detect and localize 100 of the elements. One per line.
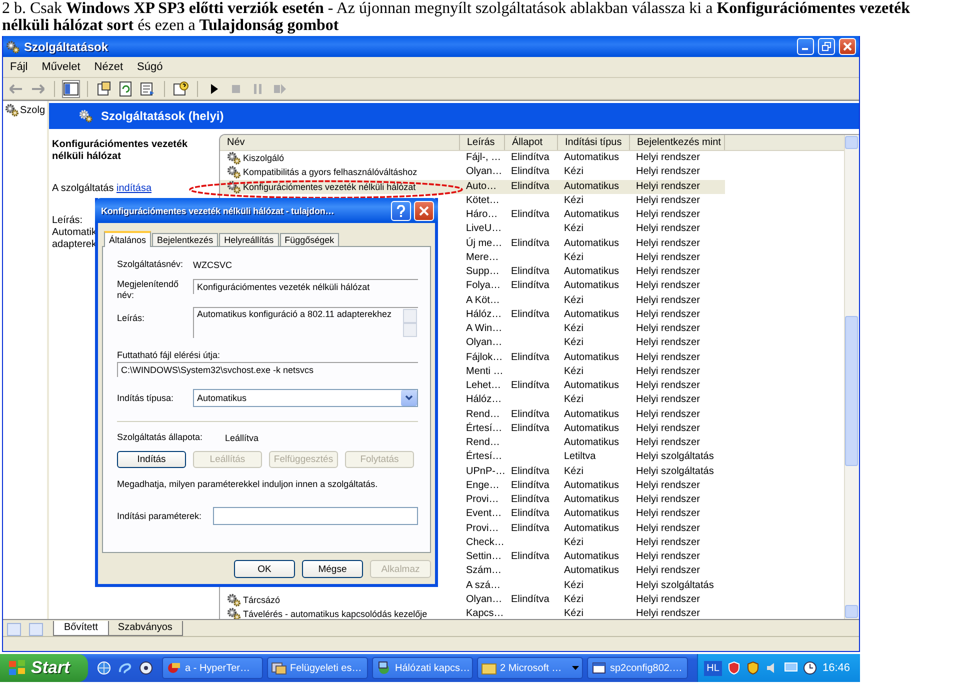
table-cell-text: Automatikus: [563, 507, 620, 522]
table-cell-text: Helyi rendszer: [635, 194, 701, 208]
field-label: Szolgáltatásnév:: [117, 259, 184, 270]
service-button[interactable]: Indítás: [117, 451, 186, 468]
taskbar-button[interactable]: Hálózati kapcs…: [372, 657, 473, 679]
start-link[interactable]: indítása: [116, 183, 152, 194]
table-cell-text: Kézi: [563, 578, 584, 592]
table-cell-text: Automatikus: [563, 308, 620, 322]
dropdown-arrow-icon: [572, 666, 579, 670]
table-cell-text: Helyi rendszer: [635, 222, 701, 236]
menu-item[interactable]: Súgó: [137, 61, 163, 73]
table-cell-text: Elindítva: [510, 350, 550, 364]
table-cell-text: Helyi rendszer: [635, 536, 701, 550]
close-button[interactable]: [414, 200, 434, 220]
dialog-tab[interactable]: Bejelentkezés: [152, 233, 218, 246]
dialog-tab[interactable]: Általános: [104, 231, 152, 247]
disc-launcher[interactable]: [138, 660, 154, 676]
menu-item[interactable]: Fájl: [10, 61, 28, 73]
table-cell-text: LiveU…: [465, 222, 503, 236]
table-cell-text: Fájl-, …: [465, 151, 502, 165]
table-cell-text: Elindítva: [510, 379, 550, 393]
column-header[interactable]: Bejelentkezés mint: [630, 135, 725, 150]
help-button[interactable]: [172, 80, 190, 98]
dialog-button[interactable]: Mégse: [302, 560, 363, 578]
status-value: Leállítva: [225, 432, 259, 442]
column-header[interactable]: Állapot: [505, 135, 558, 150]
display-name-field: Konfigurációmentes vezeték nélküli hálózat: [193, 279, 418, 294]
table-row[interactable]: Konfigurációmentes vezeték nélküli hálózat Auto… Elindítva Automatikus Helyi rendszer: [220, 180, 725, 194]
table-cell-text: Automatikus: [563, 265, 620, 279]
table-cell-text: Automatikus: [563, 550, 620, 564]
globe-launcher[interactable]: [96, 660, 112, 676]
taskbar-button[interactable]: 2 Microsoft …: [477, 657, 583, 679]
help-icon: [173, 80, 189, 96]
restore-icon: [822, 42, 831, 51]
table-cell-text: Helyi rendszer: [635, 208, 701, 222]
taskbar-button[interactable]: Felügyeleti es…: [267, 657, 368, 679]
scroll-bar[interactable]: [844, 135, 859, 619]
taskbar-button[interactable]: a - HyperTer…: [162, 657, 263, 679]
table-row[interactable]: Tárcsázó Olyan… Elindítva Kézi Helyi rendszer: [220, 592, 725, 607]
language-indicator[interactable]: HL: [704, 660, 722, 676]
table-cell-text: Kézi: [563, 536, 584, 550]
table-cell-text: Helyi rendszer: [635, 294, 701, 308]
menu-item[interactable]: Művelet: [42, 61, 80, 73]
table-cell-text: Helyi rendszer: [635, 393, 701, 408]
table-row[interactable]: Kiszolgáló Fájl-, … Elindítva Automatikus Helyi rendszer: [220, 151, 725, 166]
column-header[interactable]: Indítási típus: [558, 135, 630, 150]
globe-icon: [96, 660, 112, 676]
shield-icon[interactable]: [746, 661, 760, 675]
dialog-button[interactable]: OK: [234, 560, 295, 578]
dialog-tab[interactable]: Függőségek: [280, 233, 340, 246]
menu-item[interactable]: Nézet: [94, 61, 124, 73]
table-cell-text: Elindítva: [510, 592, 550, 607]
table-cell-text: Elindítva: [510, 180, 550, 194]
table-row[interactable]: Kompatibilitás a gyors felhasználóváltáshoz Olyan… Elindítva Kézi Helyi rendszer: [220, 165, 725, 180]
table-cell-text: Provi…: [465, 493, 500, 507]
table-cell-text: Automatikus: [563, 279, 620, 294]
table-cell-text: Enge…: [465, 478, 500, 493]
table-cell-text: Kapcs…: [465, 607, 505, 619]
startup-type-dropdown[interactable]: Automatikus: [193, 389, 418, 407]
taskbar-button[interactable]: sp2config802.…: [587, 657, 688, 679]
table-cell-text: Automatikus: [563, 522, 620, 536]
column-header[interactable]: Név: [220, 135, 460, 150]
table-cell-text: Rend…: [465, 436, 501, 450]
description-label: Leírás:: [52, 215, 83, 227]
table-cell-text: Kézi: [563, 322, 584, 336]
table-cell-text: Kézi: [563, 222, 584, 236]
table-cell-text: Elindítva: [510, 279, 550, 294]
parameters-field[interactable]: [213, 507, 418, 525]
window-icon: [591, 660, 607, 676]
swirl-launcher[interactable]: [117, 660, 133, 676]
panel-button[interactable]: [62, 80, 80, 98]
view-tab[interactable]: Bővített: [53, 621, 109, 636]
table-cell-text: Helyi szolgáltatás: [635, 464, 715, 478]
table-cell-text: Új me…: [465, 236, 504, 250]
table-cell-text: Elindítva: [510, 422, 550, 436]
table-cell-text: Helyi rendszer: [635, 607, 701, 619]
table-cell-text: Automatikus: [563, 180, 620, 194]
view-tab[interactable]: Szabványos: [106, 621, 184, 636]
tree-item[interactable]: Szolg: [20, 104, 46, 116]
table-cell-text: Kézi: [563, 194, 584, 208]
clock-face-icon[interactable]: [803, 661, 818, 675]
table-row[interactable]: Távelérés - automatikus kapcsolódás kezelője Kapcs… Kézi Helyi rendszer: [220, 607, 725, 619]
table-cell-text: A Köt…: [465, 294, 501, 308]
restore-button[interactable]: [818, 38, 835, 55]
window-stack-icon: [271, 660, 287, 676]
clock: 16:46: [822, 662, 850, 674]
dialog-title: Konfigurációmentes vezeték nélküli hálózat - tulajdon…: [101, 206, 336, 216]
table-cell-text: Elindítva: [510, 408, 550, 422]
minimize-button[interactable]: [797, 38, 814, 55]
table-cell-text: Helyi rendszer: [635, 408, 701, 422]
dialog-tab[interactable]: Helyreállítás: [219, 233, 279, 246]
help-button[interactable]: [391, 200, 411, 220]
table-cell-text: Lehet…: [465, 379, 502, 393]
close-button[interactable]: [839, 38, 856, 55]
gears-icon: [227, 180, 241, 194]
table-cell-text: Elindítva: [510, 151, 550, 165]
sheet-button[interactable]: [95, 80, 113, 98]
column-header[interactable]: Leírás: [460, 135, 505, 150]
table-cell-text: Elindítva: [510, 464, 550, 478]
table-cell-text: Hálóz…: [465, 393, 503, 408]
